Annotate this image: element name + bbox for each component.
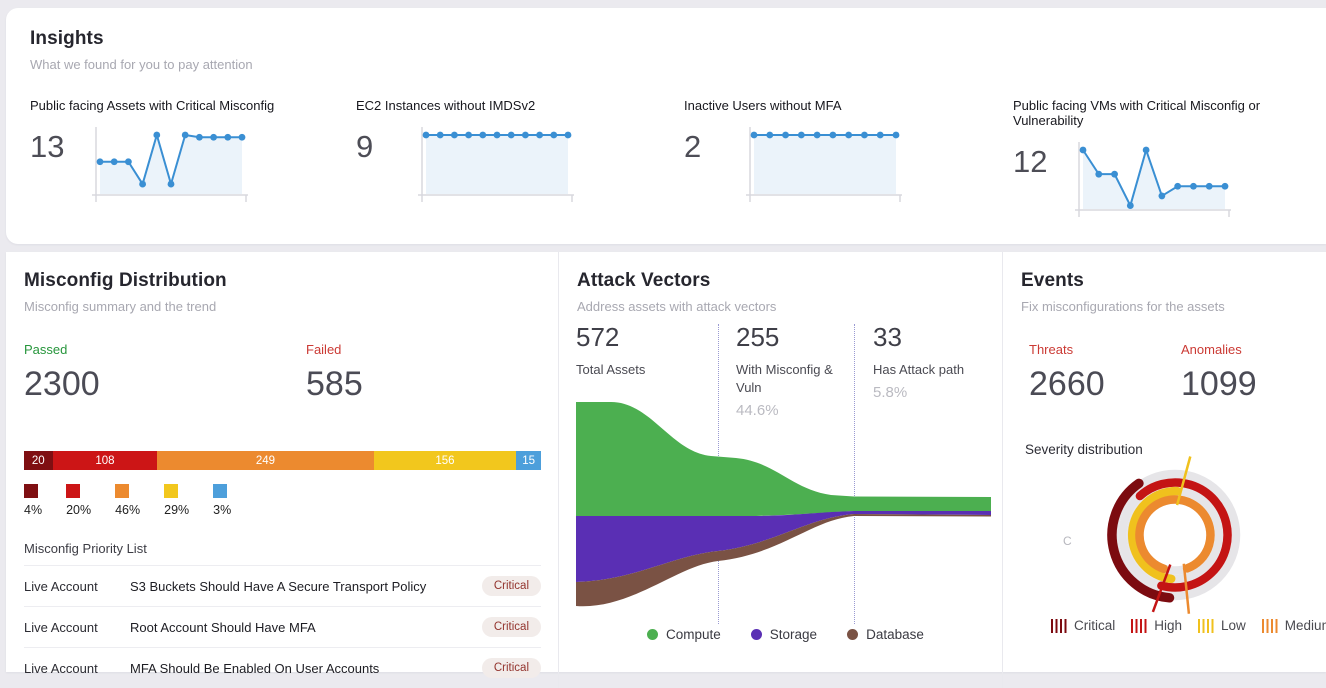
row-account-type: Live Account [24, 620, 130, 635]
insight-value: 13 [30, 129, 78, 165]
bar-legend-item: 20% [66, 484, 91, 517]
events-section: Events Fix misconfigurations for the ass… [1002, 252, 1326, 688]
row-misconfig-name: S3 Buckets Should Have A Secure Transpor… [130, 579, 482, 594]
sparkline-chart [416, 123, 576, 209]
severity-legend-item[interactable]: Low [1198, 618, 1246, 633]
anomalies-label: Anomalies [1181, 342, 1257, 357]
insight-label: Public facing Assets with Critical Misco… [30, 98, 356, 113]
sparkline-chart [90, 123, 250, 209]
severity-legend-item[interactable]: Medium [1262, 618, 1326, 633]
insights-title: Insights [30, 28, 1326, 50]
insight-card-ec2-imdsv2[interactable]: EC2 Instances without IMDSv2 9 [356, 98, 684, 224]
stat-value: 255 [736, 322, 846, 353]
funnel-compute-area [576, 402, 991, 516]
severity-legend: Critical High Low Medium [1051, 618, 1326, 633]
row-account-type: Live Account [24, 661, 130, 676]
funnel-legend-item[interactable]: Storage [751, 627, 817, 642]
insight-value: 2 [684, 129, 732, 165]
bar-legend-item: 3% [213, 484, 231, 517]
dashboard-lower-panel: Misconfig Distribution Misconfig summary… [6, 252, 1326, 672]
legend-dot-icon [847, 629, 858, 640]
legend-dot-icon [647, 629, 658, 640]
anomalies-kpi: Anomalies 1099 [1181, 342, 1257, 404]
misconfig-distribution-section: Misconfig Distribution Misconfig summary… [6, 252, 558, 688]
severity-badge: Critical [482, 576, 541, 596]
misconfig-subtitle: Misconfig summary and the trend [24, 299, 558, 314]
failed-label: Failed [306, 342, 363, 357]
bar-segment[interactable]: 249 [157, 451, 373, 470]
severity-legend-item[interactable]: High [1131, 618, 1182, 633]
stat-label: Has Attack path [873, 361, 983, 379]
insight-label: Public facing VMs with Critical Misconfi… [1013, 98, 1326, 128]
bar-legend-item: 46% [115, 484, 140, 517]
threats-kpi: Threats 2660 [1029, 342, 1181, 404]
severity-badge: Critical [482, 658, 541, 678]
stat-total-assets: 572 Total Assets [576, 322, 686, 379]
stat-value: 33 [873, 322, 983, 353]
row-misconfig-name: MFA Should Be Enabled On User Accounts [130, 661, 482, 676]
events-title: Events [1021, 270, 1326, 292]
attack-vectors-section: Attack Vectors Address assets with attac… [558, 252, 1002, 688]
row-account-type: Live Account [24, 579, 130, 594]
priority-list-title: Misconfig Priority List [24, 541, 558, 556]
insight-card-inactive-mfa[interactable]: Inactive Users without MFA 2 [684, 98, 1013, 224]
misconfig-bar-legend: 4% 20% 46% 29% 3% [24, 484, 558, 517]
stat-label: With Misconfig & Vuln [736, 361, 846, 397]
failed-value: 585 [306, 365, 363, 404]
severity-legend-item[interactable]: Critical [1051, 618, 1115, 633]
bar-segment[interactable]: 156 [374, 451, 517, 470]
insight-label: Inactive Users without MFA [684, 98, 1013, 113]
legend-stripes-icon [1198, 619, 1214, 633]
insight-value: 12 [1013, 144, 1061, 180]
bar-legend-item: 29% [164, 484, 189, 517]
passed-value: 2300 [24, 365, 306, 404]
severity-radial-chart [1075, 442, 1275, 634]
threats-value: 2660 [1029, 365, 1181, 404]
failed-kpi: Failed 585 [306, 342, 363, 404]
row-misconfig-name: Root Account Should Have MFA [130, 620, 482, 635]
attack-title: Attack Vectors [577, 270, 1002, 292]
insight-card-public-vms[interactable]: Public facing VMs with Critical Misconfi… [1013, 98, 1326, 224]
legend-stripes-icon [1262, 619, 1278, 633]
priority-row[interactable]: Live Account Root Account Should Have MF… [24, 606, 541, 647]
threats-label: Threats [1029, 342, 1181, 357]
bar-segment[interactable]: 15 [516, 451, 541, 470]
funnel-legend-item[interactable]: Database [847, 627, 924, 642]
funnel-legend-item[interactable]: Compute [647, 627, 721, 642]
misconfig-title: Misconfig Distribution [24, 270, 558, 292]
insight-card-row: Public facing Assets with Critical Misco… [6, 98, 1326, 224]
events-subtitle: Fix misconfigurations for the assets [1021, 299, 1326, 314]
sparkline-chart [1073, 138, 1233, 224]
funnel-legend: Compute Storage Database [647, 627, 924, 642]
insights-subtitle: What we found for you to pay attention [30, 57, 1326, 72]
severity-badge: Critical [482, 617, 541, 637]
bar-legend-item: 4% [24, 484, 42, 517]
priority-list: Live Account S3 Buckets Should Have A Se… [24, 565, 541, 688]
legend-stripes-icon [1131, 619, 1147, 633]
attack-funnel-chart [576, 394, 991, 609]
legend-stripes-icon [1051, 619, 1067, 633]
bar-segment[interactable]: 108 [53, 451, 158, 470]
passed-kpi: Passed 2300 [24, 342, 306, 404]
insight-label: EC2 Instances without IMDSv2 [356, 98, 684, 113]
bar-segment[interactable]: 20 [24, 451, 53, 470]
passed-label: Passed [24, 342, 306, 357]
sparkline-chart [744, 123, 904, 209]
stat-label: Total Assets [576, 361, 686, 379]
stat-value: 572 [576, 322, 686, 353]
priority-row[interactable]: Live Account MFA Should Be Enabled On Us… [24, 647, 541, 688]
anomalies-value: 1099 [1181, 365, 1257, 404]
insight-value: 9 [356, 129, 404, 165]
clipped-chart-label: C [1063, 534, 1072, 548]
insight-card-public-assets[interactable]: Public facing Assets with Critical Misco… [30, 98, 356, 224]
priority-row[interactable]: Live Account S3 Buckets Should Have A Se… [24, 565, 541, 606]
attack-subtitle: Address assets with attack vectors [577, 299, 1002, 314]
misconfig-stacked-bar[interactable]: 2010824915615 [24, 451, 541, 470]
insights-panel: Insights What we found for you to pay at… [6, 8, 1326, 244]
legend-dot-icon [751, 629, 762, 640]
funnel-storage-area [576, 511, 991, 582]
stat-has-attack-path: 33 Has Attack path 5.8% [873, 322, 983, 401]
